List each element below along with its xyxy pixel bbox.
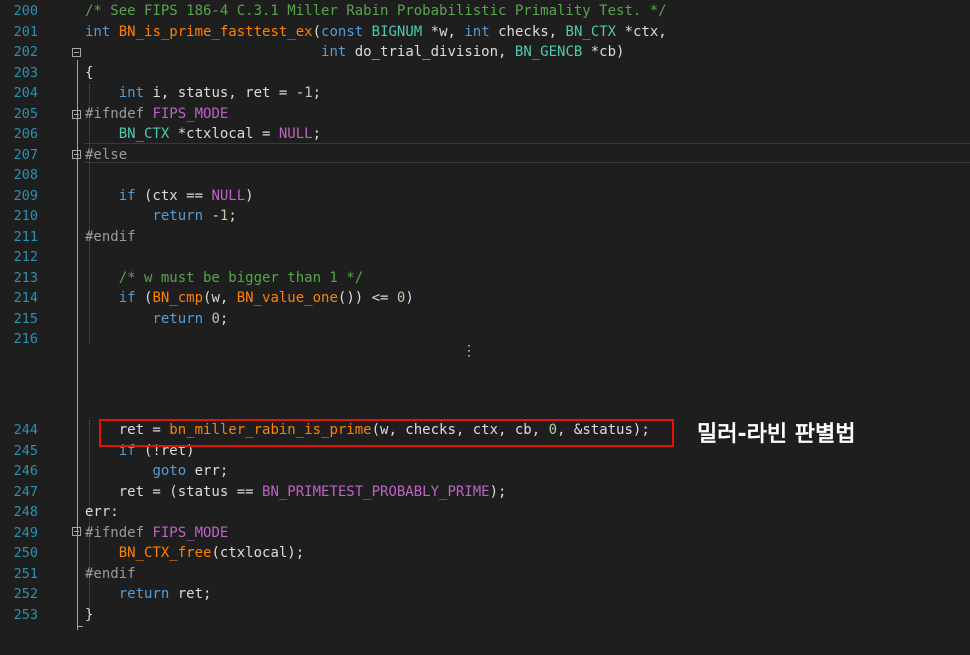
line-code[interactable]: BN_CTX_free(ctxlocal); [85, 543, 304, 564]
line-number: 244 [13, 422, 38, 438]
code-line-201[interactable]: 201 int BN_is_prime_fasttest_ex(const BIG… [0, 22, 970, 43]
line-code[interactable]: BN_CTX *ctxlocal = NULL; [85, 124, 321, 145]
line-number: 213 [13, 269, 38, 286]
code-line-248[interactable]: 248 err: [0, 502, 970, 523]
line-number: 250 [13, 545, 38, 561]
line-number: 202 [13, 44, 38, 60]
code-line-253[interactable]: 253} [0, 605, 970, 626]
line-code[interactable]: /* See FIPS 186-4 C.3.1 Miller Rabin Pro… [85, 1, 667, 22]
code-line-215[interactable]: 215 return 0; [0, 309, 970, 330]
line-number: 203 [13, 64, 38, 81]
line-number: 205 [13, 105, 38, 122]
line-code[interactable]: /* w must be bigger than 1 */ [85, 268, 363, 289]
line-number: 253 [13, 606, 38, 623]
line-number: 216 [13, 331, 38, 347]
code-line-204[interactable]: 204 int i, status, ret = -1; [0, 83, 970, 104]
line-code[interactable]: #else [85, 145, 127, 166]
line-code[interactable]: err: [85, 502, 119, 523]
code-line-202[interactable]: 202 int do_trial_division, BN_GENCB *cb) [0, 42, 970, 63]
line-number: 206 [13, 126, 38, 142]
line-number: 249 [13, 524, 38, 541]
line-number: 204 [13, 85, 38, 101]
code-line-213[interactable]: 213 /* w must be bigger than 1 */ [0, 268, 970, 289]
line-code[interactable]: } [85, 605, 93, 626]
code-line-251[interactable]: 251 #endif [0, 564, 970, 585]
code-line-250[interactable]: 250 BN_CTX_free(ctxlocal); [0, 543, 970, 564]
line-code[interactable]: #ifndef FIPS_MODE [85, 523, 228, 544]
code-line-249[interactable]: 249 #ifndef FIPS_MODE [0, 523, 970, 544]
line-code[interactable]: #ifndef FIPS_MODE [85, 104, 228, 125]
code-editor[interactable]: 200 /* See FIPS 186-4 C.3.1 Miller Rabin … [0, 0, 970, 655]
line-number: 246 [13, 463, 38, 479]
line-number: 252 [13, 586, 38, 602]
line-code[interactable]: ret = (status == BN_PRIMETEST_PROBABLY_P… [85, 482, 507, 503]
code-line-247[interactable]: 247 ret = (status == BN_PRIMETEST_PROBAB… [0, 482, 970, 503]
code-line-200[interactable]: 200 /* See FIPS 186-4 C.3.1 Miller Rabin … [0, 1, 970, 22]
code-line-207[interactable]: 207 #else [0, 145, 970, 166]
code-line-246[interactable]: 246 goto err; [0, 461, 970, 482]
code-line-210[interactable]: 210 return -1; [0, 206, 970, 227]
line-number: 208 [13, 167, 38, 183]
line-number: 214 [13, 290, 38, 306]
line-number: 207 [13, 146, 38, 163]
code-line-214[interactable]: 214 if (BN_cmp(w, BN_value_one()) <= 0) [0, 288, 970, 309]
line-code[interactable]: if (ctx == NULL) [85, 186, 254, 207]
line-code[interactable]: { [85, 63, 93, 84]
line-code[interactable]: #endif [85, 564, 136, 585]
line-number: 247 [13, 483, 38, 500]
miller-rabin-annotation: 밀러-라빈 판별법 [697, 422, 856, 447]
code-line-203[interactable]: 203 { [0, 63, 970, 84]
line-number: 211 [13, 228, 38, 245]
code-line-211[interactable]: 211 #endif [0, 227, 970, 248]
miller-rabin-highlight-box [99, 419, 674, 447]
omitted-lines-ellipsis: ⋮ [462, 343, 476, 359]
line-number: 248 [13, 504, 38, 520]
code-line-205[interactable]: 205 #ifndef FIPS_MODE [0, 104, 970, 125]
line-code[interactable]: int BN_is_prime_fasttest_ex(const BIGNUM… [85, 22, 667, 43]
line-number: 200 [13, 3, 38, 19]
code-line-208[interactable]: 208 [0, 165, 970, 186]
code-line-252[interactable]: 252 return ret; [0, 584, 970, 605]
line-number: 251 [13, 565, 38, 582]
code-line-206[interactable]: 206 BN_CTX *ctxlocal = NULL; [0, 124, 970, 145]
line-number: 245 [13, 442, 38, 459]
line-code[interactable]: goto err; [85, 461, 228, 482]
line-number: 212 [13, 249, 38, 265]
code-line-209[interactable]: 209 if (ctx == NULL) [0, 186, 970, 207]
line-number: 210 [13, 208, 38, 224]
line-number: 201 [13, 23, 38, 40]
line-code[interactable]: return 0; [85, 309, 228, 330]
line-code[interactable]: int do_trial_division, BN_GENCB *cb) [85, 42, 624, 63]
line-code[interactable]: return ret; [85, 584, 212, 605]
line-code[interactable]: if (BN_cmp(w, BN_value_one()) <= 0) [85, 288, 414, 309]
line-code[interactable]: int i, status, ret = -1; [85, 83, 321, 104]
line-number: 209 [13, 187, 38, 204]
line-code[interactable]: #endif [85, 227, 136, 248]
code-line-212[interactable]: 212 [0, 247, 970, 268]
code-line-216[interactable]: 216 [0, 329, 970, 350]
fold-end-marker [77, 626, 83, 627]
line-number: 215 [13, 310, 38, 327]
line-code[interactable]: return -1; [85, 206, 236, 227]
